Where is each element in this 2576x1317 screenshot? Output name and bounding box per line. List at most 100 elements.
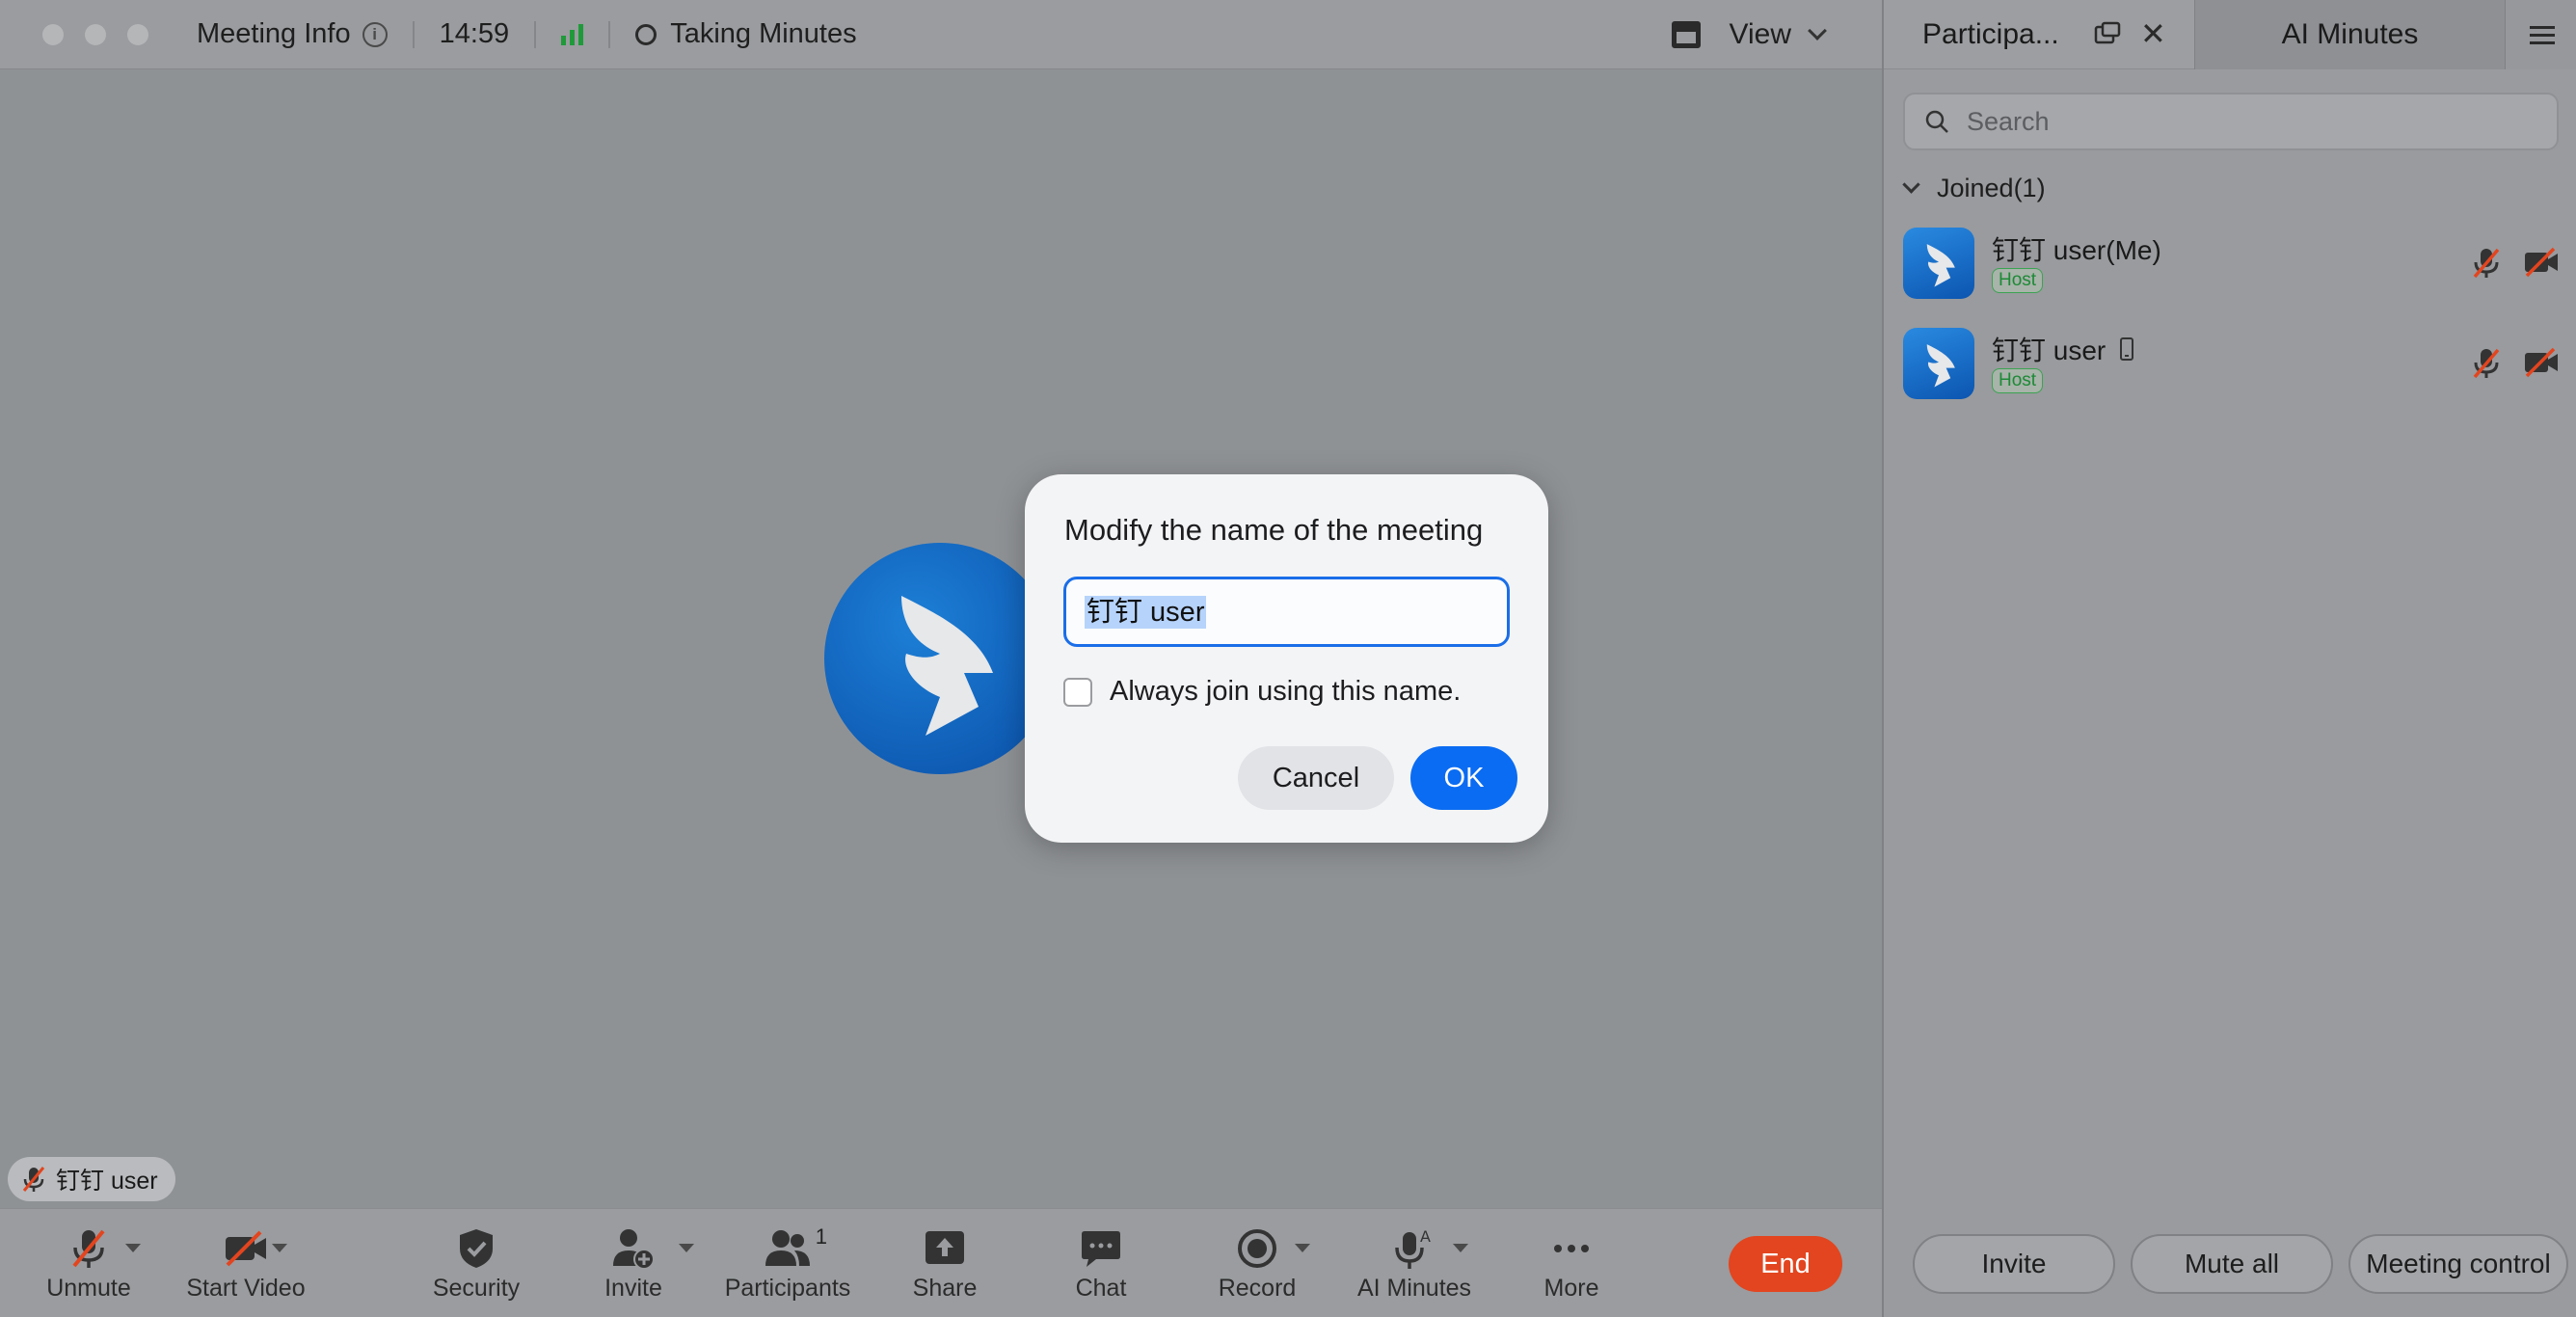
info-icon: i xyxy=(362,21,388,47)
speaker-name-tag: 钉钉 user xyxy=(8,1157,175,1201)
meeting-control-button[interactable]: Meeting control xyxy=(2348,1234,2568,1294)
chevron-down-icon xyxy=(1902,175,1920,194)
start-video-button[interactable]: Start Video xyxy=(183,1209,309,1317)
participants-label: Participants xyxy=(724,1275,851,1302)
chevron-down-icon xyxy=(1808,21,1827,40)
search-icon xyxy=(1925,110,1948,133)
layout-view-icon xyxy=(1671,21,1701,48)
taking-minutes-label: Taking Minutes xyxy=(670,18,857,49)
share-screen-icon xyxy=(926,1231,964,1264)
record-label: Record xyxy=(1218,1275,1297,1302)
always-join-label: Always join using this name. xyxy=(1110,676,1462,707)
tab-ai-minutes[interactable]: AI Minutes xyxy=(2194,0,2505,69)
ai-minutes-icon: A xyxy=(1395,1227,1431,1269)
participant-row[interactable]: 钉钉 user(Me) Host xyxy=(1903,228,2559,299)
meeting-toolbar: Unmute Start Video Security Invite 1 Par… xyxy=(0,1208,1882,1317)
video-off-icon[interactable] xyxy=(2524,347,2559,378)
tab-participants-label: Participa... xyxy=(1922,17,2059,50)
view-menu-button[interactable]: View xyxy=(1671,0,1827,69)
participants-count-badge: 1 xyxy=(815,1224,827,1249)
participant-avatar xyxy=(824,543,1056,774)
participant-name-wrapper: 钉钉 user xyxy=(1992,330,2134,368)
cancel-button[interactable]: Cancel xyxy=(1238,746,1394,810)
unmute-label: Unmute xyxy=(46,1275,131,1302)
unmute-options-dropdown[interactable] xyxy=(125,1244,141,1252)
share-button[interactable]: Share xyxy=(906,1209,983,1317)
participant-avatar xyxy=(1903,328,1974,399)
invite-button[interactable]: Invite xyxy=(598,1209,694,1317)
network-signal-icon[interactable] xyxy=(561,23,584,45)
chat-button[interactable]: Chat xyxy=(1060,1209,1141,1317)
panel-tabs: Participa... ✕ AI Minutes xyxy=(1884,0,2576,69)
muted-mic-icon[interactable] xyxy=(2472,247,2501,280)
mute-all-button[interactable]: Mute all xyxy=(2131,1234,2333,1294)
tab-participants[interactable]: Participa... ✕ xyxy=(1884,0,2194,69)
meeting-info-label: Meeting Info xyxy=(197,18,351,49)
video-off-icon xyxy=(226,1230,266,1267)
invite-label: Invite xyxy=(604,1275,662,1302)
unmute-button[interactable]: Unmute xyxy=(42,1209,141,1317)
record-button[interactable]: Record xyxy=(1215,1209,1310,1317)
joined-label: Joined(1) xyxy=(1937,174,2046,202)
always-join-checkbox[interactable] xyxy=(1063,677,1092,707)
host-badge: Host xyxy=(1992,368,2044,393)
participants-button[interactable]: 1 Participants xyxy=(724,1209,851,1317)
shield-icon xyxy=(460,1229,493,1268)
add-user-icon xyxy=(613,1229,655,1270)
ok-button[interactable]: OK xyxy=(1410,746,1517,810)
more-button[interactable]: More xyxy=(1543,1209,1600,1317)
record-icon xyxy=(1238,1229,1276,1268)
rename-dialog: Modify the name of the meeting 钉钉 user A… xyxy=(1025,474,1548,843)
close-window-button[interactable] xyxy=(42,23,64,45)
muted-mic-icon[interactable] xyxy=(2472,347,2501,380)
ai-minutes-options-dropdown[interactable] xyxy=(1453,1244,1468,1252)
mobile-device-icon xyxy=(2120,337,2134,361)
dialog-title: Modify the name of the meeting xyxy=(1064,513,1484,547)
record-options-dropdown[interactable] xyxy=(1295,1244,1310,1252)
start-video-label: Start Video xyxy=(186,1275,306,1302)
participants-panel: Participa... ✕ AI Minutes Search Joined(… xyxy=(1882,0,2576,1317)
security-label: Security xyxy=(432,1275,521,1302)
joined-section-toggle[interactable]: Joined(1) xyxy=(1902,174,2046,203)
muted-mic-icon xyxy=(72,1229,105,1268)
participant-name: 钉钉 user(Me) xyxy=(1992,235,2161,265)
video-options-dropdown[interactable] xyxy=(272,1244,287,1252)
recording-status-icon xyxy=(635,23,657,45)
panel-invite-button[interactable]: Invite xyxy=(1913,1234,2115,1294)
meeting-main-area: Meeting Info i 14:59 Taking Minutes View xyxy=(0,0,1882,1317)
always-join-option[interactable]: Always join using this name. xyxy=(1063,676,1461,708)
more-icon xyxy=(1554,1245,1589,1252)
meeting-timer: 14:59 xyxy=(439,18,510,49)
panel-menu-button[interactable] xyxy=(2505,0,2576,69)
participants-icon xyxy=(765,1230,810,1266)
divider xyxy=(608,20,611,48)
participant-search-input[interactable]: Search xyxy=(1903,93,2559,150)
meeting-name-value: 钉钉 user xyxy=(1085,596,1207,629)
meeting-info-button[interactable]: Meeting Info i xyxy=(197,18,388,50)
speaker-name: 钉钉 user xyxy=(56,1168,158,1195)
taking-minutes-status[interactable]: Taking Minutes xyxy=(635,18,857,50)
invite-options-dropdown[interactable] xyxy=(679,1244,694,1252)
end-meeting-button[interactable]: End xyxy=(1729,1236,1842,1292)
search-placeholder: Search xyxy=(1967,106,2050,136)
divider xyxy=(534,20,537,48)
title-bar: Meeting Info i 14:59 Taking Minutes View xyxy=(0,0,1882,69)
minimize-window-button[interactable] xyxy=(85,23,106,45)
security-button[interactable]: Security xyxy=(428,1209,524,1317)
divider xyxy=(412,20,415,48)
close-panel-icon[interactable]: ✕ xyxy=(2140,18,2166,49)
more-label: More xyxy=(1543,1275,1599,1302)
view-label: View xyxy=(1729,18,1791,50)
participant-row[interactable]: 钉钉 user Host xyxy=(1903,328,2559,399)
menu-icon xyxy=(2529,21,2555,49)
pop-out-icon[interactable] xyxy=(2094,21,2121,44)
video-off-icon[interactable] xyxy=(2524,247,2559,278)
dingtalk-logo-icon xyxy=(1926,244,1955,287)
zoom-window-button[interactable] xyxy=(127,23,148,45)
ai-minutes-button[interactable]: A AI Minutes xyxy=(1354,1209,1475,1317)
ai-minutes-label: AI Minutes xyxy=(1356,1275,1472,1302)
muted-mic-icon xyxy=(22,1167,45,1192)
chat-label: Chat xyxy=(1075,1275,1127,1302)
chat-icon xyxy=(1082,1231,1120,1267)
dingtalk-logo-icon xyxy=(901,596,993,736)
